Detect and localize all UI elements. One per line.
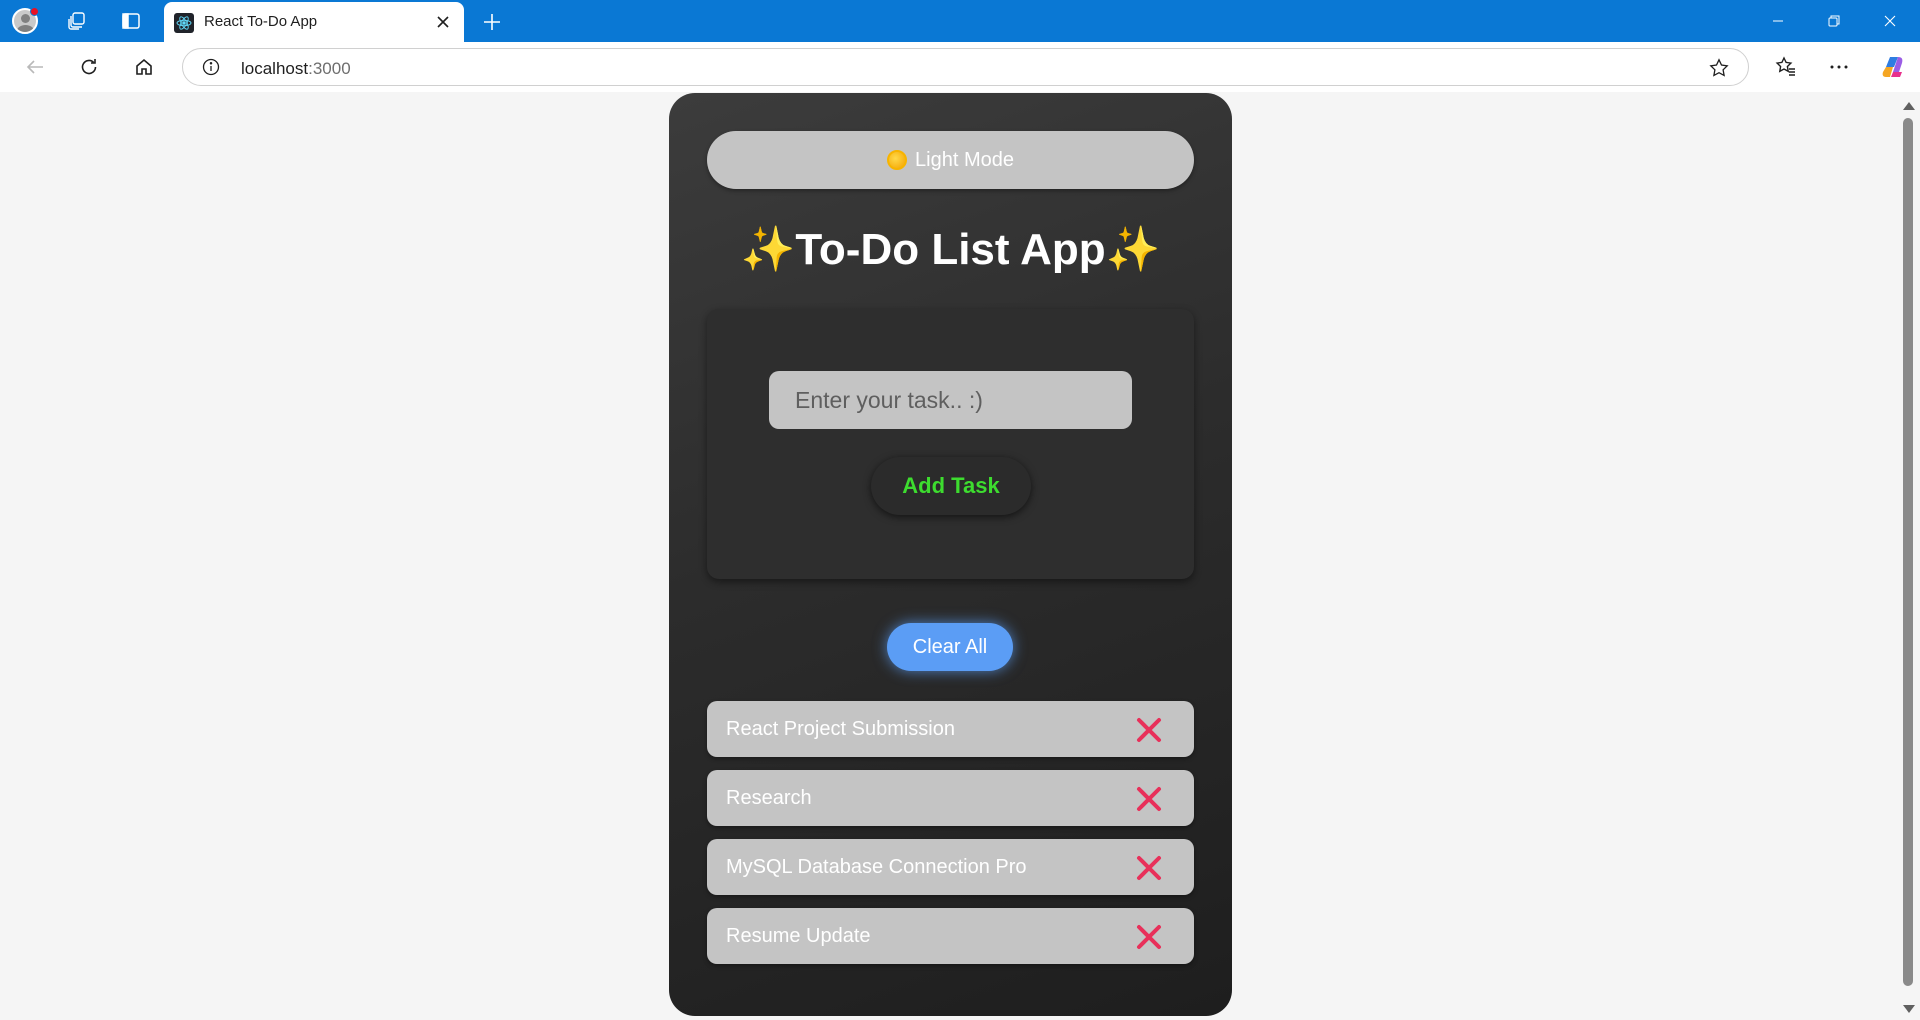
task-text: MySQL Database Connection Pro (726, 856, 1027, 878)
restore-icon[interactable] (1806, 0, 1862, 42)
site-info-icon[interactable] (201, 57, 221, 77)
task-list: React Project Submission Research MySQL … (707, 701, 1194, 977)
sparkle-icon-left: ✨ (740, 225, 796, 274)
url-text: localhost:3000 (241, 59, 351, 79)
delete-task-button[interactable] (1134, 922, 1164, 952)
favorite-star-icon[interactable] (1708, 57, 1730, 79)
close-x-icon (1137, 856, 1161, 880)
task-text: Research (726, 787, 812, 809)
add-task-button[interactable]: Add Task (871, 457, 1031, 515)
task-text: React Project Submission (726, 718, 955, 740)
task-form-panel: Add Task (707, 309, 1194, 579)
browser-title-bar: React To-Do App (0, 0, 1920, 42)
copilot-icon[interactable] (1878, 51, 1910, 83)
profile-avatar[interactable] (10, 7, 40, 35)
tab-title: React To-Do App (204, 13, 318, 30)
reload-icon[interactable] (73, 51, 105, 83)
scroll-up-arrow-icon[interactable] (1903, 102, 1915, 110)
address-bar[interactable]: localhost:3000 (182, 48, 1749, 86)
delete-task-button[interactable] (1134, 715, 1164, 745)
clear-all-button[interactable]: Clear All (887, 623, 1013, 671)
delete-task-button[interactable] (1134, 853, 1164, 883)
tab-close-icon[interactable] (432, 11, 454, 33)
tab-actions-icon[interactable] (116, 7, 146, 35)
app-title: ✨To-Do List App✨ (669, 223, 1232, 275)
url-port: :3000 (308, 59, 351, 78)
page-viewport: Light Mode ✨To-Do List App✨ Add Task Cle… (5, 92, 1896, 1017)
light-mode-toggle-button[interactable]: Light Mode (707, 131, 1194, 189)
window-close-icon[interactable] (1862, 0, 1918, 42)
scroll-down-arrow-icon[interactable] (1903, 1005, 1915, 1013)
page-scrollbar[interactable] (1896, 92, 1920, 1017)
more-menu-icon[interactable] (1823, 51, 1855, 83)
task-text: Resume Update (726, 925, 871, 947)
task-item: React Project Submission (707, 701, 1194, 757)
notification-dot (30, 7, 39, 16)
browser-tab-active[interactable]: React To-Do App (164, 2, 464, 42)
home-icon[interactable] (128, 51, 160, 83)
close-x-icon (1137, 787, 1161, 811)
close-x-icon (1137, 925, 1161, 949)
workspaces-icon[interactable] (62, 7, 92, 35)
todo-app-card: Light Mode ✨To-Do List App✨ Add Task Cle… (669, 93, 1232, 1016)
favorites-icon[interactable] (1770, 51, 1802, 83)
new-tab-icon[interactable] (478, 8, 506, 36)
app-title-text: To-Do List App (795, 225, 1106, 274)
sparkle-icon-right: ✨ (1105, 225, 1161, 274)
sun-icon (887, 150, 908, 170)
task-input[interactable] (769, 371, 1132, 429)
task-item: Research (707, 770, 1194, 826)
scrollbar-thumb[interactable] (1903, 118, 1913, 986)
minimize-icon[interactable] (1750, 0, 1806, 42)
task-item: MySQL Database Connection Pro (707, 839, 1194, 895)
browser-toolbar: localhost:3000 (0, 42, 1920, 92)
url-host: localhost (241, 59, 309, 78)
light-mode-label: Light Mode (915, 148, 1014, 171)
task-item: Resume Update (707, 908, 1194, 964)
close-x-icon (1137, 718, 1161, 742)
delete-task-button[interactable] (1134, 784, 1164, 814)
react-favicon-icon (174, 13, 194, 33)
back-arrow-icon[interactable] (19, 51, 51, 83)
